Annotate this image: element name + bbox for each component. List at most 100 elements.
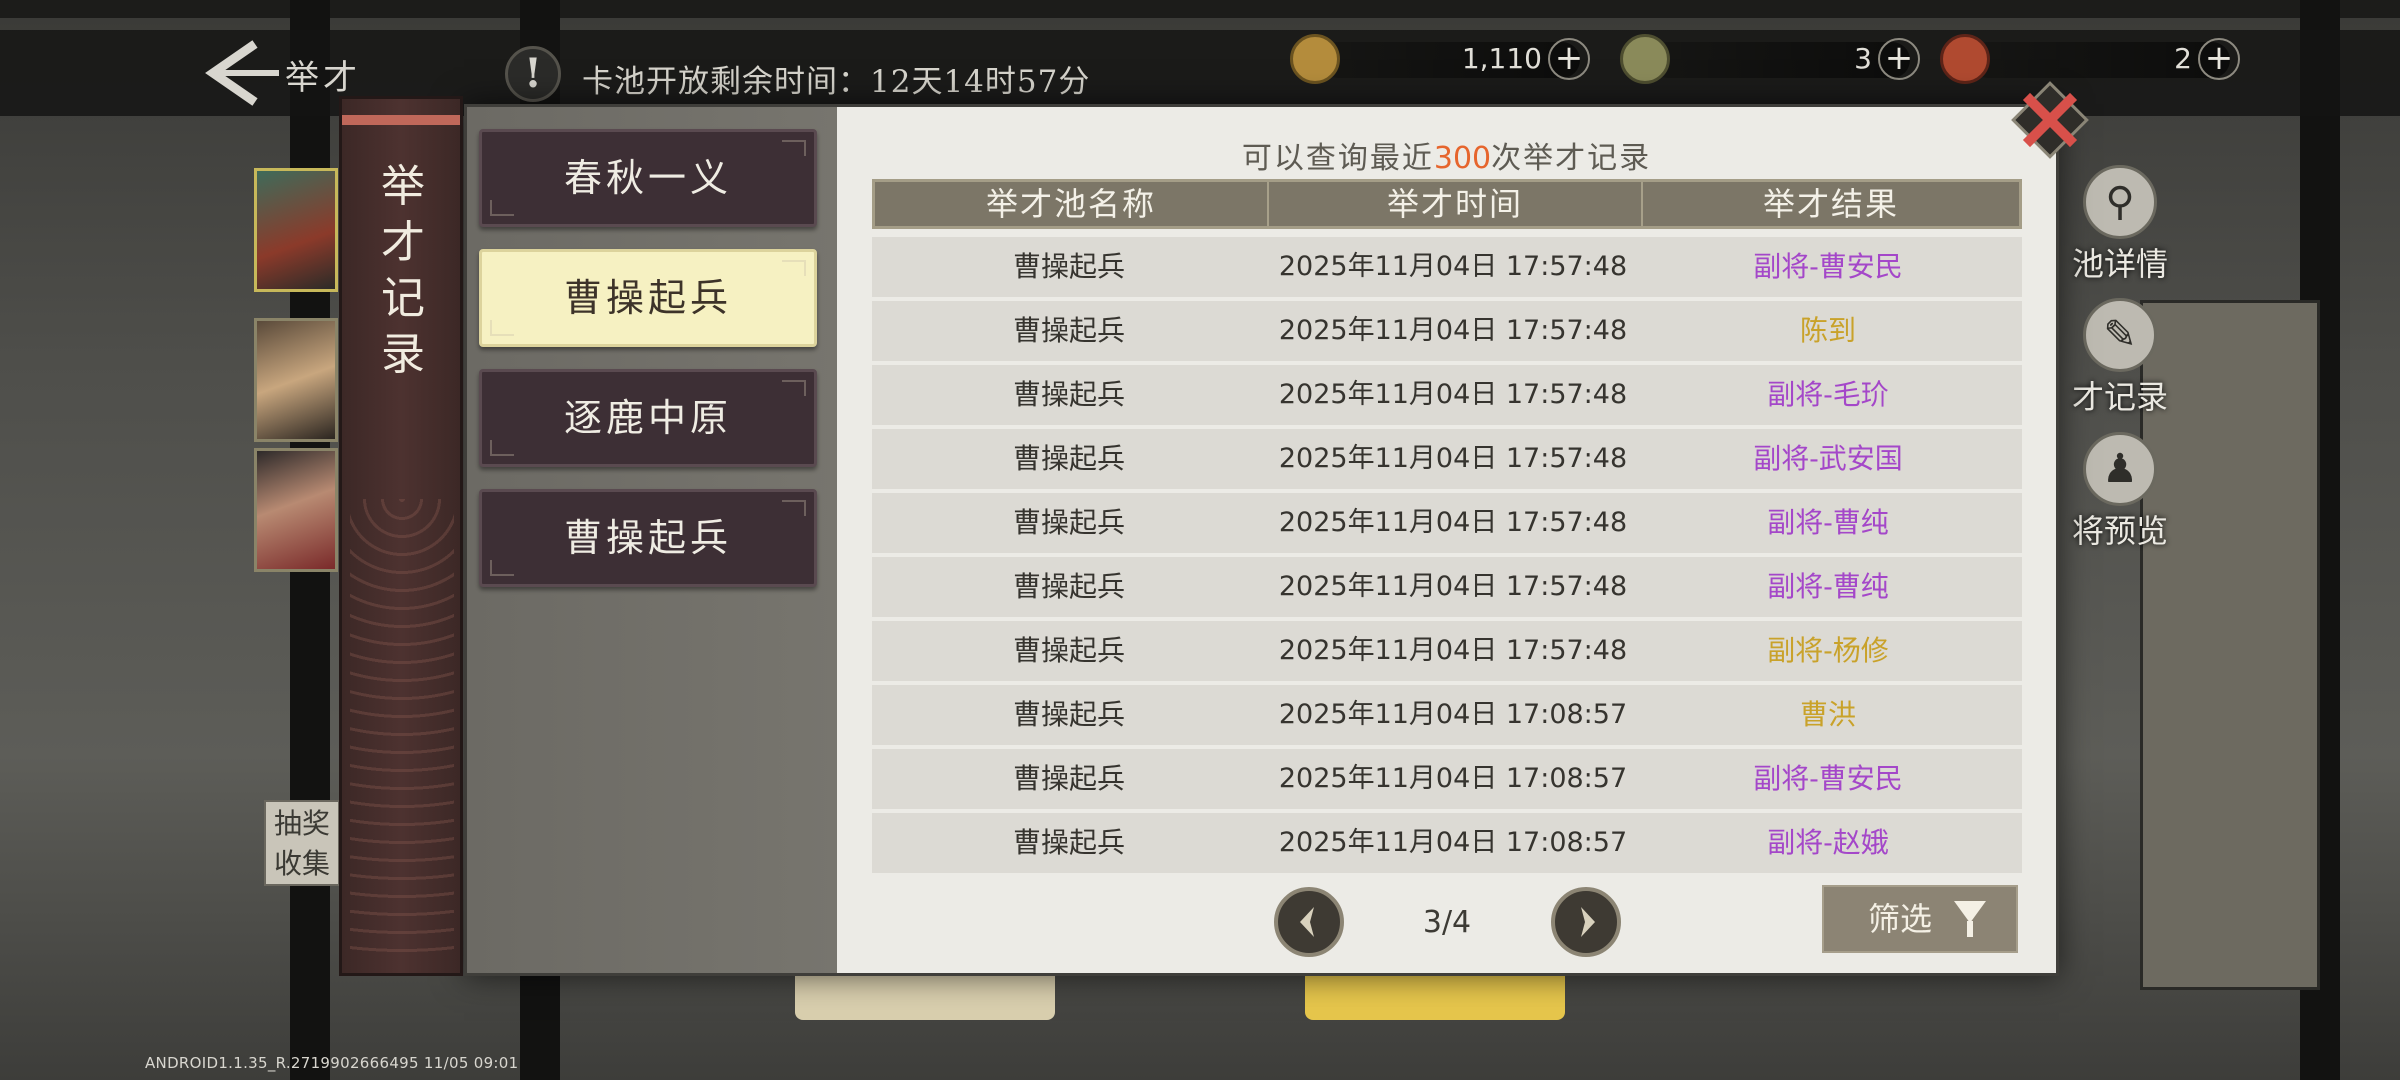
- seal-token-icon: [1940, 34, 1990, 84]
- lottery-collection-button[interactable]: 抽奖 收集: [264, 800, 340, 886]
- cell-draw-result: 陈到: [1799, 314, 1856, 347]
- add-coin-button[interactable]: +: [1548, 38, 1590, 80]
- record-panel: 可以查询最近300次举才记录 举才池名称 举才时间 举才结果 曹操起兵 2025年…: [837, 107, 2056, 973]
- draw-record-dialog: 春秋一义 曹操起兵 逐鹿中原 曹操起兵 可以查询最近300次举才记录 举才池名称…: [464, 104, 2059, 976]
- pool-details-label: 池详情: [2071, 245, 2168, 283]
- general-avatar[interactable]: [254, 448, 338, 572]
- draw-record-button[interactable]: ✎ 才记录: [2060, 298, 2180, 418]
- column-header-result: 举才结果: [1762, 185, 1899, 223]
- page-title: 举才: [285, 58, 361, 98]
- page-indicator: 3/4: [1422, 905, 1472, 940]
- pool-details-button[interactable]: ⚲ 池详情: [2060, 165, 2180, 285]
- table-row: 曹操起兵 2025年11月04日 17:57:48 副将-曹纯: [872, 493, 2022, 553]
- general-preview-button[interactable]: ♟ 将预览: [2060, 432, 2180, 552]
- pool-tab[interactable]: 春秋一义: [479, 129, 817, 227]
- cell-pool-name: 曹操起兵: [1012, 250, 1125, 283]
- table-header: 举才池名称 举才时间 举才结果: [872, 179, 2022, 229]
- cell-draw-result: 副将-曹纯: [1767, 570, 1889, 603]
- cell-draw-time: 2025年11月04日 17:08:57: [1278, 763, 1628, 794]
- cell-pool-name: 曹操起兵: [1012, 442, 1125, 475]
- ceiling-beam: [0, 0, 2400, 18]
- next-page-button[interactable]: [1551, 887, 1621, 957]
- banner-pattern: [350, 499, 454, 959]
- banner-title: 举 才 记 录: [372, 159, 434, 383]
- currency-coin-value: 1,110: [1461, 42, 1542, 75]
- cell-pool-name: 曹操起兵: [1012, 506, 1125, 539]
- record-hint: 可以查询最近300次举才记录: [837, 133, 2056, 177]
- pool-list: 春秋一义 曹操起兵 逐鹿中原 曹操起兵: [467, 107, 837, 973]
- filter-label: 筛选: [1868, 900, 1933, 938]
- record-table: 举才池名称 举才时间 举才结果 曹操起兵 2025年11月04日 17:57:48…: [872, 179, 2022, 873]
- cell-draw-result: 副将-武安国: [1753, 442, 1903, 475]
- record-hint-suffix: 次举才记录: [1491, 141, 1652, 176]
- cell-draw-time: 2025年11月04日 17:57:48: [1278, 251, 1628, 282]
- add-jade-button[interactable]: +: [1878, 38, 1920, 80]
- title-banner: 举 才 记 录: [339, 96, 463, 976]
- cell-draw-time: 2025年11月04日 17:57:48: [1278, 635, 1628, 666]
- cell-pool-name: 曹操起兵: [1012, 826, 1125, 859]
- pool-tab-active[interactable]: 曹操起兵: [479, 249, 817, 347]
- pool-timer: 卡池开放剩余时间：12天14时57分: [582, 64, 1091, 100]
- lottery-collection-label: 收集: [273, 847, 330, 880]
- cell-draw-result: 副将-曹安民: [1753, 762, 1903, 795]
- cell-draw-time: 2025年11月04日 17:57:48: [1278, 507, 1628, 538]
- filter-funnel-stem: [1967, 921, 1973, 937]
- scroll-record-icon: ✎: [2083, 298, 2157, 372]
- pool-tab[interactable]: 曹操起兵: [479, 489, 817, 587]
- banner-char: 记: [381, 273, 425, 324]
- general-preview-icon: ♟: [2083, 432, 2157, 506]
- cell-pool-name: 曹操起兵: [1012, 314, 1125, 347]
- cell-draw-result: 曹洪: [1799, 698, 1856, 731]
- currency-jade-value: 3: [1854, 42, 1872, 75]
- table-row: 曹操起兵 2025年11月04日 17:57:48 副将-武安国: [872, 429, 2022, 489]
- currency-coin: 1,110 +: [1290, 34, 1600, 84]
- cell-pool-name: 曹操起兵: [1012, 698, 1125, 731]
- back-arrow-icon[interactable]: [195, 38, 285, 108]
- column-header-time: 举才时间: [1269, 182, 1643, 226]
- lottery-collection-label: 抽奖: [273, 807, 330, 840]
- cell-draw-time: 2025年11月04日 17:57:48: [1278, 379, 1628, 410]
- cell-draw-result: 副将-赵娥: [1767, 826, 1889, 859]
- cell-draw-result: 副将-杨修: [1767, 634, 1889, 667]
- cell-draw-time: 2025年11月04日 17:57:48: [1278, 315, 1628, 346]
- general-avatar[interactable]: [254, 168, 338, 292]
- version-string: ANDROID1.1.35_R.2719902666495 11/05 09:0…: [145, 1054, 519, 1072]
- pool-tab[interactable]: 逐鹿中原: [479, 369, 817, 467]
- banner-char: 录: [381, 329, 425, 380]
- jade-token-icon: [1620, 34, 1670, 84]
- cell-pool-name: 曹操起兵: [1012, 570, 1125, 603]
- cell-draw-time: 2025年11月04日 17:08:57: [1278, 827, 1628, 858]
- chevron-left-icon: [1300, 907, 1314, 937]
- record-limit-number: 300: [1433, 141, 1492, 176]
- column-header-pool: 举才池名称: [875, 182, 1269, 226]
- currency-seal-value: 2: [2174, 42, 2192, 75]
- cell-draw-result: 副将-毛玠: [1767, 378, 1889, 411]
- close-icon[interactable]: [2010, 80, 2090, 160]
- cell-pool-name: 曹操起兵: [1012, 378, 1125, 411]
- cell-pool-name: 曹操起兵: [1012, 762, 1125, 795]
- filter-funnel-icon: [1954, 901, 1986, 923]
- cell-draw-result: 副将-曹纯: [1767, 506, 1889, 539]
- banner-stripe: [342, 115, 460, 125]
- general-preview-label: 将预览: [2071, 512, 2168, 550]
- filter-button[interactable]: 筛选: [1822, 885, 2018, 953]
- table-row: 曹操起兵 2025年11月04日 17:57:48 副将-毛玠: [872, 365, 2022, 425]
- previous-page-button[interactable]: [1274, 887, 1344, 957]
- cell-pool-name: 曹操起兵: [1012, 634, 1125, 667]
- coin-icon: [1290, 34, 1340, 84]
- table-row: 曹操起兵 2025年11月04日 17:08:57 副将-赵娥: [872, 813, 2022, 873]
- cell-draw-result: 副将-曹安民: [1753, 250, 1903, 283]
- banner-char: 举: [381, 161, 425, 212]
- magnifier-icon: ⚲: [2083, 165, 2157, 239]
- currency-seal: 2 +: [1940, 34, 2250, 84]
- chevron-right-icon: [1581, 907, 1595, 937]
- cell-draw-time: 2025年11月04日 17:57:48: [1278, 571, 1628, 602]
- currency-jade: 3 +: [1620, 34, 1930, 84]
- general-avatar[interactable]: [254, 318, 338, 442]
- table-row: 曹操起兵 2025年11月04日 17:57:48 副将-杨修: [872, 621, 2022, 681]
- add-seal-button[interactable]: +: [2198, 38, 2240, 80]
- record-hint-prefix: 可以查询最近: [1241, 141, 1434, 176]
- exclamation-icon: !: [505, 46, 561, 102]
- table-row: 曹操起兵 2025年11月04日 17:08:57 副将-曹安民: [872, 749, 2022, 809]
- table-row: 曹操起兵 2025年11月04日 17:57:48 副将-曹纯: [872, 557, 2022, 617]
